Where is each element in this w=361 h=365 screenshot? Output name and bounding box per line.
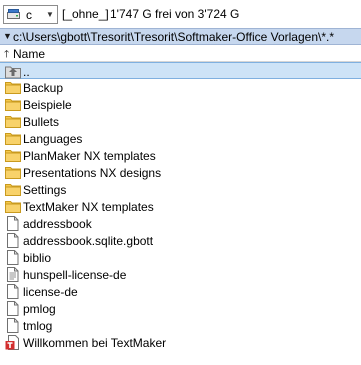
item-label: license-de (23, 285, 78, 299)
item-label: pmlog (23, 302, 56, 316)
folder-row[interactable]: Presentations NX designs (0, 164, 361, 181)
item-label: Presentations NX designs (23, 166, 162, 180)
item-label: Beispiele (23, 98, 72, 112)
folder-row[interactable]: Settings (0, 181, 361, 198)
parent-folder-row[interactable]: .. (0, 62, 361, 79)
folder-row[interactable]: TextMaker NX templates (0, 198, 361, 215)
drive-toolbar: c ▼ [_ohne_] 1'747 G frei von 3'724 G (0, 0, 361, 28)
textmaker-document-icon (5, 335, 21, 350)
file-icon (5, 284, 21, 299)
text-file-icon (5, 267, 21, 282)
folder-row[interactable]: Languages (0, 130, 361, 147)
item-label: PlanMaker NX templates (23, 149, 156, 163)
folder-icon (5, 114, 21, 129)
item-label: tmlog (23, 319, 53, 333)
dropdown-arrow-icon[interactable]: ▼ (3, 31, 12, 41)
column-header: 🡑 Name (0, 45, 361, 62)
folder-icon (5, 131, 21, 146)
item-label: Bullets (23, 115, 60, 129)
file-row[interactable]: pmlog (0, 300, 361, 317)
file-row[interactable]: Willkommen bei TextMaker (0, 334, 361, 351)
folder-icon (5, 80, 21, 95)
item-label: Settings (23, 183, 67, 197)
item-label: .. (23, 65, 30, 79)
folder-row[interactable]: Backup (0, 79, 361, 96)
folder-icon (5, 182, 21, 197)
current-path: c:\Users\gbott\Tresorit\Tresorit\Softmak… (13, 30, 334, 44)
item-label: Backup (23, 81, 64, 95)
item-label: Willkommen bei TextMaker (23, 336, 167, 350)
chevron-down-icon[interactable]: ▼ (42, 6, 57, 23)
file-row[interactable]: addressbook (0, 215, 361, 232)
folder-icon (5, 97, 21, 112)
item-label: hunspell-license-de (23, 268, 127, 282)
file-list: .. Backup Beispiele Bullets Languages PlanMak… (0, 62, 361, 351)
file-icon (5, 216, 21, 231)
drive-volume-label: [_ohne_] (62, 7, 109, 21)
folder-icon (5, 148, 21, 163)
item-label: biblio (23, 251, 52, 265)
file-icon (5, 250, 21, 265)
parent-folder-icon (5, 64, 21, 79)
column-name-header[interactable]: Name (13, 47, 45, 61)
folder-row[interactable]: Bullets (0, 113, 361, 130)
file-row[interactable]: hunspell-license-de (0, 266, 361, 283)
folder-icon (5, 165, 21, 180)
file-row[interactable]: license-de (0, 283, 361, 300)
drive-letter: c (26, 8, 32, 22)
item-label: addressbook (23, 217, 92, 231)
drive-free-space: 1'747 G frei von 3'724 G (110, 7, 240, 21)
file-row[interactable]: biblio (0, 249, 361, 266)
file-row[interactable]: tmlog (0, 317, 361, 334)
file-icon (5, 233, 21, 248)
folder-row[interactable]: PlanMaker NX templates (0, 147, 361, 164)
file-icon (5, 301, 21, 316)
item-label: Languages (23, 132, 83, 146)
file-icon (5, 318, 21, 333)
folder-icon (5, 199, 21, 214)
item-label: TextMaker NX templates (23, 200, 154, 214)
path-bar[interactable]: ▼ c:\Users\gbott\Tresorit\Tresorit\Softm… (0, 28, 361, 45)
folder-row[interactable]: Beispiele (0, 96, 361, 113)
drive-icon (7, 9, 20, 20)
drive-dropdown[interactable]: c ▼ (3, 5, 58, 24)
file-row[interactable]: addressbook.sqlite.gbott (0, 232, 361, 249)
item-label: addressbook.sqlite.gbott (23, 234, 154, 248)
